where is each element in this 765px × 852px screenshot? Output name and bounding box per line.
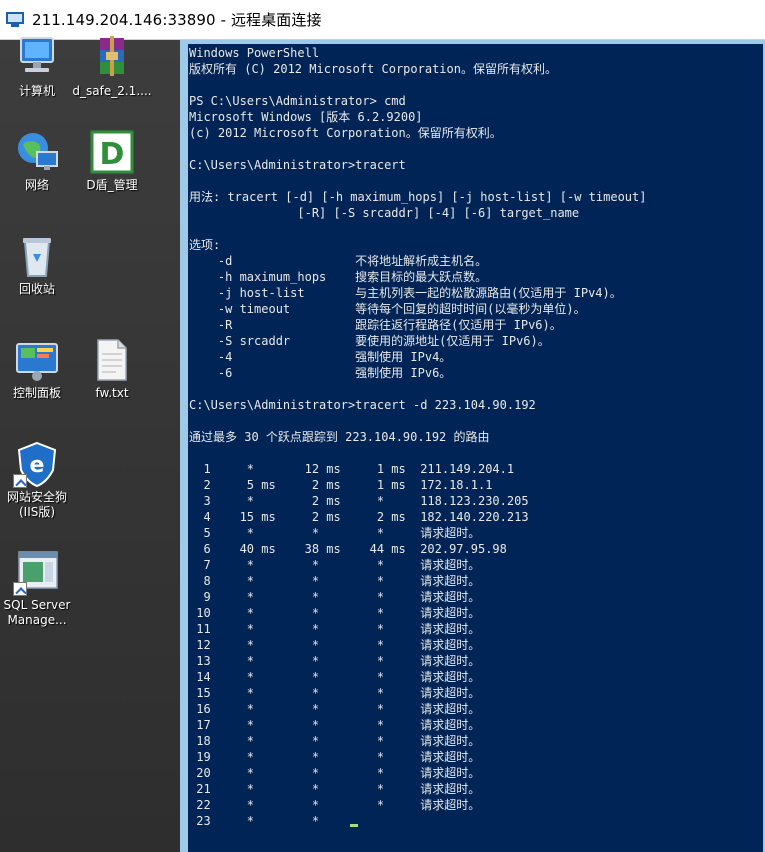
console-line: 5 * * * 请求超时。: [189, 526, 481, 540]
console-line: (c) 2012 Microsoft Corporation。保留所有权利。: [189, 126, 502, 140]
console-line: -R 跟踪往返行程路径(仅适用于 IPv6)。: [189, 318, 562, 332]
console-line: 选项:: [189, 238, 221, 252]
svg-text:e: e: [30, 453, 45, 478]
console-line: 2 5 ms 2 ms 1 ms 172.18.1.1: [189, 478, 493, 492]
desktop-icon-control-panel[interactable]: 控制面板: [0, 336, 77, 401]
desktop-icon-computer[interactable]: 计算机: [0, 34, 77, 99]
text-file-icon: [88, 336, 136, 384]
console-line: C:\Users\Administrator>tracert: [189, 158, 406, 172]
console-line: 13 * * * 请求超时。: [189, 654, 481, 668]
desktop-icon-label: D盾_管理: [86, 178, 138, 192]
desktop-icon-network[interactable]: 网络: [0, 128, 77, 193]
console-line: 8 * * * 请求超时。: [189, 574, 481, 588]
console-window[interactable]: Windows PowerShell 版权所有 (C) 2012 Microsof…: [180, 40, 765, 852]
console-line: 19 * * * 请求超时。: [189, 750, 481, 764]
desktop-icon-safedog[interactable]: e 网站安全狗 (IIS版): [0, 440, 77, 520]
sql-server-icon: [13, 548, 61, 596]
network-icon: [13, 128, 61, 176]
console-line: -4 强制使用 IPv4。: [189, 350, 452, 364]
desktop-icon-fw-txt[interactable]: fw.txt: [72, 336, 152, 401]
console-line: 18 * * * 请求超时。: [189, 734, 481, 748]
console-line: 4 15 ms 2 ms 2 ms 182.140.220.213: [189, 510, 529, 524]
console-line: -w timeout 等待每个回复的超时时间(以毫秒为单位)。: [189, 302, 586, 316]
winrar-archive-icon: [88, 34, 136, 82]
shortcut-arrow-icon: [13, 474, 27, 488]
svg-text:D: D: [100, 137, 125, 172]
console-output[interactable]: Windows PowerShell 版权所有 (C) 2012 Microsof…: [188, 44, 763, 852]
d-shield-icon: D: [88, 128, 136, 176]
console-line: 6 40 ms 38 ms 44 ms 202.97.95.98: [189, 542, 507, 556]
console-line: PS C:\Users\Administrator> cmd: [189, 94, 406, 108]
console-line: -6 强制使用 IPv6。: [189, 366, 452, 380]
desktop: 计算机 d_safe_2.1.... 网络 D D盾_管理 回收站 控制面板 f…: [0, 36, 180, 852]
safedog-icon: e: [13, 440, 61, 488]
desktop-icon-d-safe[interactable]: d_safe_2.1....: [72, 34, 152, 99]
window-title: 211.149.204.146:33890 - 远程桌面连接: [32, 11, 322, 29]
console-line: C:\Users\Administrator>tracert -d 223.10…: [189, 398, 536, 412]
console-line: 16 * * * 请求超时。: [189, 702, 481, 716]
console-line: 1 * 12 ms 1 ms 211.149.204.1: [189, 462, 515, 476]
remote-desktop-icon: [6, 11, 24, 28]
desktop-icon-label: 网络: [24, 178, 49, 192]
console-line: 用法: tracert [-d] [-h maximum_hops] [-j h…: [189, 190, 647, 204]
console-line: 17 * * * 请求超时。: [189, 718, 481, 732]
console-line: 3 * 2 ms * 118.123.230.205: [189, 494, 529, 508]
desktop-icon-recycle-bin[interactable]: 回收站: [0, 232, 77, 297]
console-line: Microsoft Windows [版本 6.2.9200]: [189, 110, 423, 124]
console-line: 版权所有 (C) 2012 Microsoft Corporation。保留所有…: [189, 62, 557, 76]
recycle-bin-icon: [13, 232, 61, 280]
console-line: 20 * * * 请求超时。: [189, 766, 481, 780]
console-line: -h maximum_hops 搜索目标的最大跃点数。: [189, 270, 488, 284]
console-line: 22 * * * 请求超时。: [189, 798, 481, 812]
desktop-icon-label: 控制面板: [12, 386, 61, 400]
control-panel-icon: [13, 336, 61, 384]
text-cursor: [349, 824, 358, 827]
desktop-icon-label: d_safe_2.1....: [72, 84, 152, 98]
console-line: 通过最多 30 个跃点跟踪到 223.104.90.192 的路由: [189, 430, 490, 444]
desktop-icon-label: fw.txt: [95, 386, 129, 400]
console-line: -d 不将地址解析成主机名。: [189, 254, 488, 268]
console-line: 9 * * * 请求超时。: [189, 590, 481, 604]
console-line: 23 * *: [189, 813, 763, 829]
console-line: 10 * * * 请求超时。: [189, 606, 481, 620]
desktop-icon-label: 网站安全狗 (IIS版): [6, 490, 67, 519]
console-line: 11 * * * 请求超时。: [189, 622, 481, 636]
desktop-icon-label: 计算机: [18, 84, 55, 98]
desktop-icon-sql-server[interactable]: SQL Server Manage...: [0, 548, 77, 628]
console-line: 15 * * * 请求超时。: [189, 686, 481, 700]
computer-icon: [13, 34, 61, 82]
console-line: [-R] [-S srcaddr] [-4] [-6] target_name: [189, 206, 580, 220]
console-line: 14 * * * 请求超时。: [189, 670, 481, 684]
console-line: 12 * * * 请求超时。: [189, 638, 481, 652]
desktop-icon-label: 回收站: [18, 282, 55, 296]
desktop-icon-d-shield[interactable]: D D盾_管理: [72, 128, 152, 193]
shortcut-arrow-icon: [13, 582, 27, 596]
console-line: -S srcaddr 要使用的源地址(仅适用于 IPv6)。: [189, 334, 550, 348]
console-line: -j host-list 与主机列表一起的松散源路由(仅适用于 IPv4)。: [189, 286, 622, 300]
desktop-icon-label: SQL Server Manage...: [3, 598, 71, 627]
console-line: Windows PowerShell: [189, 46, 320, 60]
console-line: 7 * * * 请求超时。: [189, 558, 481, 572]
console-line: 21 * * * 请求超时。: [189, 782, 481, 796]
